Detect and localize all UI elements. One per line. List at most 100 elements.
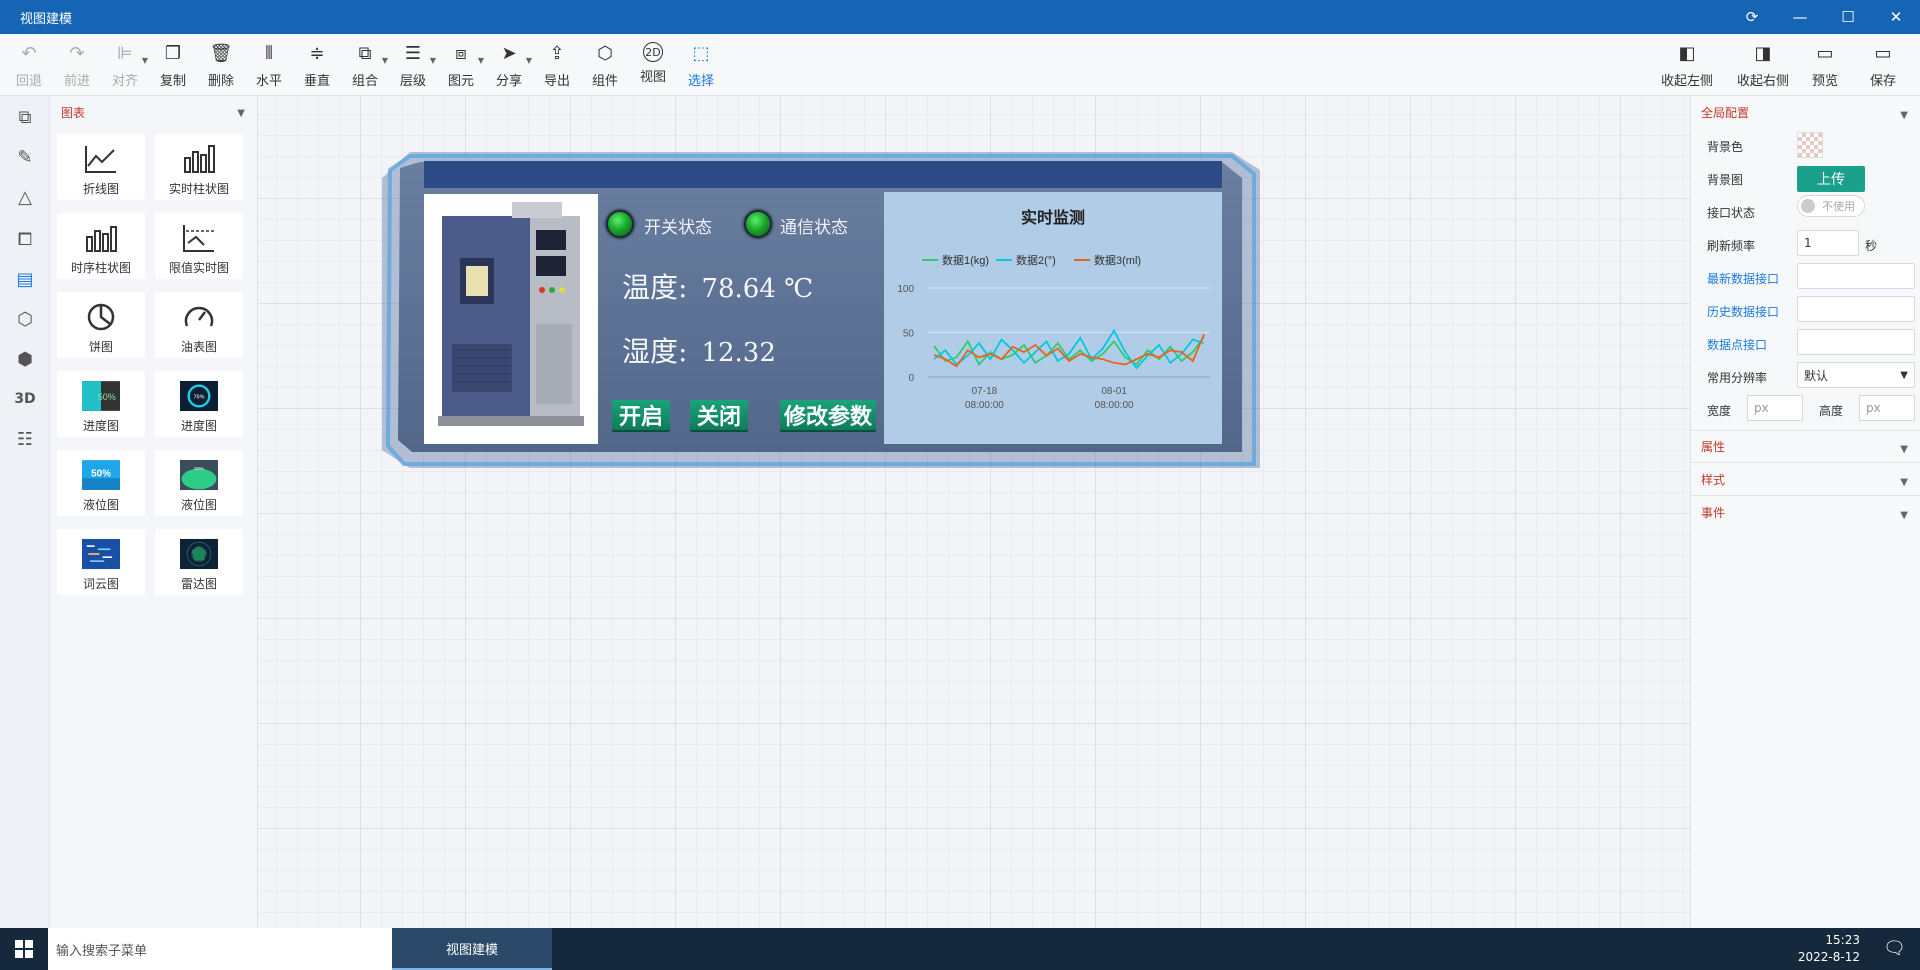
copy-button[interactable]: ❐ 复制 <box>150 42 196 90</box>
align-button[interactable]: ⊫ 对齐 ▼ <box>102 42 148 90</box>
palette-item-liquid[interactable]: 50% 液位图 <box>57 450 145 516</box>
events-caret-icon[interactable]: ▼ <box>1900 510 1908 521</box>
3d-box-icon[interactable]: ⬢ <box>12 346 38 372</box>
latest-api-label[interactable]: 最新数据接口 <box>1707 270 1779 287</box>
select-button[interactable]: ⬚ 选择 <box>678 42 724 90</box>
bg-color-swatch[interactable] <box>1797 132 1823 158</box>
y-tick-label: 50 <box>903 329 915 340</box>
history-api-label[interactable]: 历史数据接口 <box>1707 303 1779 320</box>
save-icon: ▭ <box>1874 43 1892 64</box>
minimize-button[interactable]: — <box>1776 0 1824 34</box>
toolbar: ↶ 回退 ↷ 前进 ⊫ 对齐 ▼ ❐ 复制 🗑 删除 ⫴ 水平 ≑ 垂直 ⧉ 组合 ▼ ☰ 层级 ▼ ⧈… <box>0 34 1920 96</box>
save-button[interactable]: ▭ 保存 <box>1860 42 1906 90</box>
close-device-button[interactable]: 关闭 <box>690 400 748 430</box>
palette-item-wordcloud[interactable]: 词云图 <box>57 529 145 595</box>
share-button[interactable]: ➤ 分享 ▼ <box>486 42 532 90</box>
windows-start-icon[interactable] <box>0 928 48 970</box>
distribute-vertical-icon: ≑ <box>309 43 325 64</box>
height-input[interactable]: px <box>1859 395 1915 421</box>
api-status-label: 接口状态 <box>1707 206 1756 220</box>
resolution-select[interactable]: 默认 ▼ <box>1797 362 1915 388</box>
layer-button[interactable]: ☰ 层级 ▼ <box>390 42 436 90</box>
redo-button[interactable]: ↷ 前进 <box>54 42 100 90</box>
latest-api-input[interactable] <box>1797 263 1915 289</box>
send-icon: ➤ <box>501 43 517 64</box>
bg-color-label: 背景色 <box>1707 140 1744 154</box>
palette-item-radar[interactable]: 雷达图 <box>155 529 243 595</box>
undo-button[interactable]: ↶ 回退 <box>6 42 52 90</box>
export-icon: ⇪ <box>549 43 565 64</box>
cube-icon[interactable]: ⬡ <box>12 306 38 332</box>
palette-item-progress[interactable]: 50% 进度图 <box>57 371 145 437</box>
left-icon-rail: ⧉ ✎ △ ⧠ ▤ ⬡ ⬢ 3D ☷ <box>0 96 50 928</box>
vertical-button[interactable]: ≑ 垂直 <box>294 42 340 90</box>
shapes-icon[interactable]: △ <box>12 184 38 210</box>
line-chart-icon <box>82 142 120 176</box>
style-header[interactable]: 样式 <box>1701 471 1725 488</box>
horizontal-button[interactable]: ⫴ 水平 <box>246 42 292 90</box>
maximize-button[interactable]: ☐ <box>1824 0 1872 34</box>
collapse-left-button[interactable]: ◧ 收起左侧 <box>1656 42 1718 90</box>
monitor-widget[interactable]: 开关状态 通信状态 温度: 78.64 ℃ 湿度: 12.32 开启 关闭 修改参数… <box>380 150 1262 470</box>
palette-item-pie[interactable]: 饼图 <box>57 292 145 358</box>
legend-label: 数据1(kg) <box>942 253 989 267</box>
refresh-freq-input[interactable]: 1 <box>1797 230 1859 256</box>
datapoint-api-input[interactable] <box>1797 329 1915 355</box>
menu-search-input[interactable]: 输入搜索子菜单 <box>48 928 392 970</box>
toggle-text: 不使用 <box>1822 200 1855 213</box>
view-button[interactable]: 2D 视图 <box>630 42 676 90</box>
palette-item-limit-realtime[interactable]: 限值实时图 <box>155 213 243 279</box>
seconds-unit: 秒 <box>1865 239 1878 253</box>
delete-button[interactable]: 🗑 删除 <box>198 42 244 90</box>
export-button[interactable]: ⇪ 导出 <box>534 42 580 90</box>
attributes-caret-icon[interactable]: ▼ <box>1900 444 1908 455</box>
palette-item-progress-ring[interactable]: 76% 进度图 <box>155 371 243 437</box>
open-button[interactable]: 开启 <box>612 400 670 430</box>
notification-icon[interactable]: 🗨 <box>1883 938 1906 959</box>
style-caret-icon[interactable]: ▼ <box>1900 477 1908 488</box>
palette-item-line-chart[interactable]: 折线图 <box>57 134 145 200</box>
puzzle-icon[interactable]: ⧠ <box>12 226 38 252</box>
liquid-thumb-text: 50% <box>91 469 111 480</box>
group-button[interactable]: ⧉ 组合 ▼ <box>342 42 388 90</box>
global-config-header[interactable]: 全局配置 <box>1701 104 1749 121</box>
clock[interactable]: 15:23 2022-8-12 <box>1798 932 1860 966</box>
series-line <box>933 333 1205 368</box>
element-icon: ⧈ <box>455 43 467 64</box>
preview-button[interactable]: ▭ 预览 <box>1802 42 1848 90</box>
view-2d-icon: 2D <box>643 42 663 62</box>
3d-icon[interactable]: 3D <box>12 386 38 412</box>
refresh-icon[interactable]: ⟳ <box>1728 0 1776 34</box>
humidity-reading: 湿度: 12.32 <box>622 330 776 370</box>
upload-button[interactable]: 上传 <box>1797 166 1865 192</box>
chart-icon[interactable]: ▤ <box>12 266 38 292</box>
palette-item-realtime-bar[interactable]: 实时柱状图 <box>155 134 243 200</box>
collapse-right-icon: ◨ <box>1754 43 1772 64</box>
close-button[interactable]: ✕ <box>1872 0 1920 34</box>
events-header[interactable]: 事件 <box>1701 504 1725 521</box>
magic-wand-icon[interactable]: ✎ <box>12 144 38 170</box>
height-label: 高度 <box>1819 404 1844 418</box>
element-button[interactable]: ⧈ 图元 ▼ <box>438 42 484 90</box>
pie-chart-icon <box>82 300 120 334</box>
comm-status-led <box>744 210 772 238</box>
global-config-caret-icon[interactable]: ▼ <box>1900 110 1908 121</box>
palette-item-timeseries-bar[interactable]: 时序柱状图 <box>57 213 145 279</box>
tree-list-icon[interactable]: ☷ <box>12 426 38 452</box>
component-button[interactable]: ⬡ 组件 <box>582 42 628 90</box>
legend-label: 数据2(°) <box>1016 253 1056 267</box>
palette-item-gauge[interactable]: 油表图 <box>155 292 243 358</box>
taskbar-app-button[interactable]: 视图建模 <box>392 928 552 970</box>
collapse-left-icon: ◧ <box>1678 43 1696 64</box>
datapoint-api-label[interactable]: 数据点接口 <box>1707 336 1767 353</box>
palette-item-liquid-2[interactable]: 50% 液位图 <box>155 450 243 516</box>
collapse-caret-icon[interactable]: ▼ <box>237 108 245 119</box>
equipment-image <box>424 194 598 444</box>
flow-icon[interactable]: ⧉ <box>12 104 38 130</box>
collapse-right-button[interactable]: ◨ 收起右侧 <box>1732 42 1794 90</box>
history-api-input[interactable] <box>1797 296 1915 322</box>
attributes-header[interactable]: 属性 <box>1701 438 1725 455</box>
api-status-toggle[interactable]: 不使用 <box>1797 195 1865 217</box>
modify-params-button[interactable]: 修改参数 <box>780 400 876 430</box>
width-input[interactable]: px <box>1747 395 1803 421</box>
